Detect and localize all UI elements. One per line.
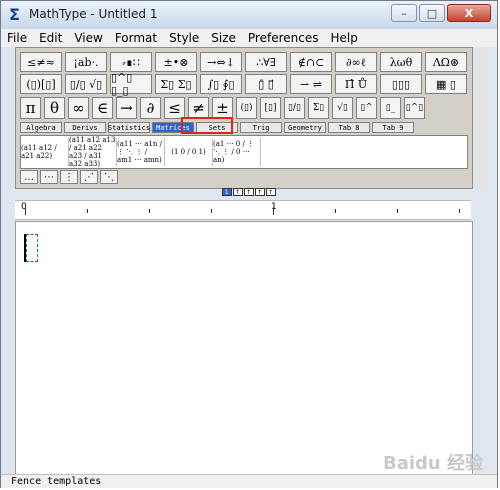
tab-8[interactable]: Tab 8 <box>328 122 370 133</box>
fence-templates-palette[interactable]: (▯)[▯] <box>20 74 62 94</box>
fraction-button[interactable]: ▯/▯ <box>284 97 305 119</box>
tab-statistics[interactable]: Statistics <box>108 122 150 133</box>
menu-view[interactable]: View <box>74 31 102 45</box>
ruler-tick <box>149 209 150 213</box>
operator-symbols-palette[interactable]: ±•⊗ <box>155 52 197 72</box>
size-button-5[interactable]: ↑ <box>265 188 276 196</box>
mathtype-window: Σ MathType - Untitled 1 – □ X File Edit … <box>0 0 498 488</box>
menu-size[interactable]: Size <box>211 31 236 45</box>
menu-bar: File Edit View Format Style Size Prefere… <box>1 29 497 47</box>
ellipsis-up-diagonal-button[interactable]: ⋰ <box>80 170 98 184</box>
misc-symbols-palette[interactable]: ∂∞ℓ <box>335 52 377 72</box>
menu-file[interactable]: File <box>7 31 27 45</box>
size-buttons: 1 ↑ ↑ ↑ ↑ <box>1 188 497 198</box>
identity-2x2-template[interactable]: (1 0 / 0 1) <box>165 138 213 166</box>
infinity-button[interactable]: ∞ <box>68 97 89 119</box>
tab-algebra[interactable]: Algebra <box>20 122 62 133</box>
parentheses-button[interactable]: (▯) <box>236 97 257 119</box>
matrices-tab-highlight <box>181 117 233 134</box>
ellipsis-row: … ⋯ ⋮ ⋰ ⋱ <box>20 170 120 184</box>
tab-geometry[interactable]: Geometry <box>284 122 326 133</box>
integral-palette[interactable]: ∫▯ ∮▯ <box>200 74 242 94</box>
ellipsis-baseline-button[interactable]: … <box>20 170 38 184</box>
ruler: 0 1 <box>15 200 471 220</box>
sqrt-button[interactable]: √▯ <box>332 97 353 119</box>
less-equal-button[interactable]: ≤ <box>164 97 185 119</box>
tab-trig[interactable]: Trig <box>240 122 282 133</box>
size-button-4[interactable]: ↑ <box>254 188 265 196</box>
palette-row-1: ≤≠≈ ¡ab·. ⸗∎∷ ±•⊗ →⇔↓ ∴∀∃ ∉∩⊂ ∂∞ℓ λωθ ΛΩ… <box>20 52 470 72</box>
sigma-icon: Σ <box>9 5 20 24</box>
ellipsis-down-diagonal-button[interactable]: ⋱ <box>100 170 118 184</box>
not-equal-button[interactable]: ≠ <box>188 97 209 119</box>
size-button-2[interactable]: ↑ <box>232 188 243 196</box>
symbol-palette-area: ≤≠≈ ¡ab·. ⸗∎∷ ±•⊗ →⇔↓ ∴∀∃ ∉∩⊂ ∂∞ℓ λωθ ΛΩ… <box>15 47 473 189</box>
underbar-overbar-palette[interactable]: ▯̄ ▯⃗ <box>245 74 287 94</box>
ruler-tick <box>211 209 212 213</box>
matrix-3x3-template[interactable]: (a11 a12 a13 / a21 a22 a23 / a31 a32 a33… <box>69 136 117 168</box>
ruler-tick <box>397 209 398 213</box>
theta-button[interactable]: θ <box>44 97 65 119</box>
relational-symbols-palette[interactable]: ≤≠≈ <box>20 52 62 72</box>
logical-symbols-palette[interactable]: ∴∀∃ <box>245 52 287 72</box>
superscript-button[interactable]: ▯^ <box>356 97 377 119</box>
status-bar: Fence templates <box>1 474 497 488</box>
close-button[interactable]: X <box>447 4 491 22</box>
sub-superscript-button[interactable]: ▯^▯ <box>404 97 425 119</box>
labeled-arrow-palette[interactable]: ⇀ ⇌ <box>290 74 332 94</box>
title-bar: Σ MathType - Untitled 1 – □ X <box>1 1 497 30</box>
ruler-tick <box>87 209 88 213</box>
greek-lower-palette[interactable]: λωθ <box>380 52 422 72</box>
subscript-button[interactable]: ▯_ <box>380 97 401 119</box>
element-of-button[interactable]: ∈ <box>92 97 113 119</box>
fraction-radical-palette[interactable]: ▯/▯ √▯ <box>65 74 107 94</box>
summation-palette[interactable]: Σ▯ Σ▯ <box>155 74 197 94</box>
tab-9[interactable]: Tab 9 <box>372 122 414 133</box>
brackets-button[interactable]: [▯] <box>260 97 281 119</box>
matrix-nxn-template[interactable]: (a11 ⋯ a1n / ⋮ ⋱ ⋮ / am1 ⋯ amn) <box>117 138 165 166</box>
window-title: MathType - Untitled 1 <box>29 7 158 21</box>
menu-edit[interactable]: Edit <box>39 31 62 45</box>
pi-button[interactable]: π <box>20 97 41 119</box>
matrix-2x2-template[interactable]: (a11 a12 / a21 a22) <box>21 138 69 166</box>
palette-row-2: (▯)[▯] ▯/▯ √▯ ▯^▯ ▯_▯ Σ▯ Σ▯ ∫▯ ∮▯ ▯̄ ▯⃗ … <box>20 71 470 97</box>
small-bar-row: π θ ∞ ∈ → ∂ ≤ ≠ ± (▯) [▯] ▯/▯ Σ▯ √▯ ▯^ ▯… <box>20 97 428 119</box>
baidu-watermark: Baidu 经验 <box>382 453 483 474</box>
palette-scrollbar[interactable] <box>475 47 487 187</box>
greek-upper-palette[interactable]: ΛΩ⊛ <box>425 52 467 72</box>
ruler-tick <box>335 209 336 213</box>
partial-button[interactable]: ∂ <box>140 97 161 119</box>
menu-format[interactable]: Format <box>115 31 157 45</box>
menu-help[interactable]: Help <box>330 31 357 45</box>
ruler-tick <box>25 207 26 215</box>
menu-style[interactable]: Style <box>169 31 199 45</box>
spaces-ellipses-palette[interactable]: ¡ab·. <box>65 52 107 72</box>
subscript-superscript-palette[interactable]: ▯^▯ ▯_▯ <box>110 71 152 97</box>
ruler-tick <box>459 209 460 213</box>
size-button-3[interactable]: ↑ <box>243 188 254 196</box>
plus-minus-button[interactable]: ± <box>212 97 233 119</box>
embellishments-palette[interactable]: ⸗∎∷ <box>110 52 152 72</box>
summation-button[interactable]: Σ▯ <box>308 97 329 119</box>
equation-editor[interactable] <box>15 221 473 475</box>
set-theory-palette[interactable]: ∉∩⊂ <box>290 52 332 72</box>
ellipsis-vertical-button[interactable]: ⋮ <box>60 170 78 184</box>
ruler-tick <box>273 207 274 215</box>
box-templates-palette[interactable]: ▦ ▯ <box>425 74 467 94</box>
minimize-button[interactable]: – <box>391 4 417 22</box>
products-set-palette[interactable]: Π̂ Ů <box>335 74 377 94</box>
tab-derivs[interactable]: Derivs <box>64 122 106 133</box>
ellipsis-midline-button[interactable]: ⋯ <box>40 170 58 184</box>
insertion-slot[interactable] <box>26 234 38 262</box>
maximize-button[interactable]: □ <box>419 4 445 22</box>
diagonal-matrix-template[interactable]: (a1 ⋯ 0 / ⋮ ⋱ ⋮ / 0 ⋯ an) <box>213 138 261 166</box>
menu-preferences[interactable]: Preferences <box>248 31 319 45</box>
matrix-templates-palette[interactable]: ▯▯▯ <box>380 74 422 94</box>
matrix-templates-bar: (a11 a12 / a21 a22) (a11 a12 a13 / a21 a… <box>20 135 468 169</box>
right-arrow-button[interactable]: → <box>116 97 137 119</box>
arrow-symbols-palette[interactable]: →⇔↓ <box>200 52 242 72</box>
size-button-1[interactable]: 1 <box>221 188 232 196</box>
